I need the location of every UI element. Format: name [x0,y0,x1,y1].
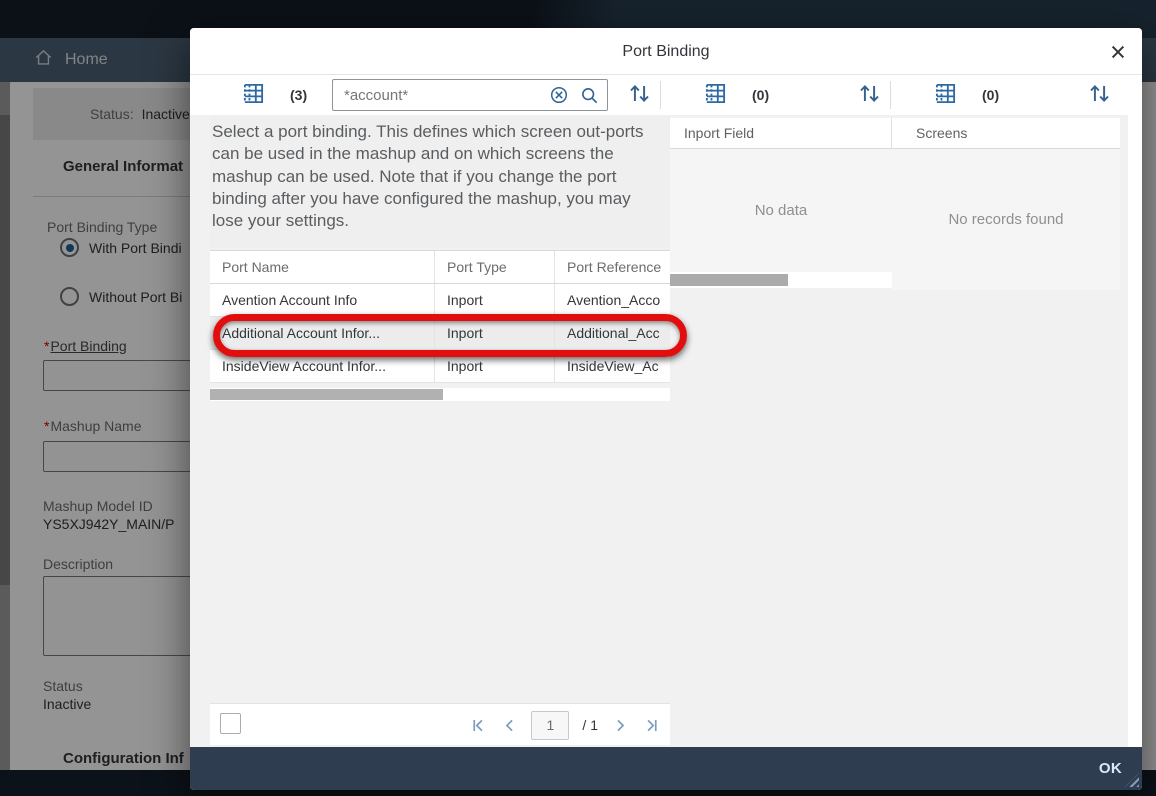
horizontal-scrollbar[interactable] [670,272,899,288]
cell-port-type: Inport [435,317,555,349]
table-row-highlighted[interactable]: Additional Account Infor... Inport Addit… [210,317,670,350]
screen: Home Status: Inactive General Informat P… [0,0,1156,796]
search-icon[interactable] [577,83,601,107]
close-icon[interactable] [1106,40,1130,64]
select-checkbox[interactable] [220,713,241,734]
sort-icon[interactable] [628,82,651,108]
page-total-label: / 1 [582,717,598,733]
search-input[interactable] [342,85,547,105]
previous-page-icon[interactable] [500,716,518,734]
screens-count: (0) [982,87,1000,103]
content-right-gutter [1128,115,1142,747]
port-table-header: Port Name Port Type Port Reference [210,250,670,284]
dialog-info-text: Select a port binding. This defines whic… [210,115,670,248]
table-view-icon[interactable] [242,82,265,108]
clear-search-icon[interactable] [547,83,571,107]
page-number-input[interactable] [531,710,570,740]
dialog-footer: OK [190,747,1142,790]
resize-grip[interactable] [1125,773,1139,787]
horizontal-scrollbar-thumb[interactable] [210,389,443,400]
dialog-toolbar: (3) *account* (0) (0) [190,75,1142,115]
inport-field-header: Inport Field [670,118,892,149]
cell-port-name: InsideView Account Infor... [210,350,435,382]
cell-port-reference: Additional_Acc [567,325,660,341]
inport-field-empty-area: No data [670,149,892,272]
horizontal-scrollbar[interactable] [210,388,670,401]
inport-field-count: (0) [752,87,770,103]
port-binding-dialog: Port Binding (3) *account* (0) (0) Selec… [190,28,1142,790]
screens-empty-area: No records found [892,149,1120,290]
dialog-title: Port Binding [622,42,710,60]
sort-icon[interactable] [1088,82,1111,108]
next-page-icon[interactable] [611,716,629,734]
paginator: / 1 [469,704,660,746]
inport-field-header-label: Inport Field [684,125,755,141]
ok-button[interactable]: OK [1099,747,1122,790]
dialog-header: Port Binding [190,28,1142,75]
cell-port-reference: Avention_Acco [567,292,661,308]
screens-header-label: Screens [916,125,968,141]
column-header-port-reference[interactable]: Port Reference [555,251,670,283]
no-records-text: No records found [948,211,1064,228]
last-page-icon[interactable] [642,716,660,734]
dialog-content: Select a port binding. This defines whic… [190,115,1142,747]
toolbar-divider [660,81,661,109]
first-page-icon[interactable] [469,716,487,734]
table-row[interactable]: Avention Account Info Inport Avention_Ac… [210,284,670,317]
table-footer-row: / 1 [210,703,670,745]
no-data-text: No data [754,202,808,219]
toolbar-divider [890,81,891,109]
horizontal-scrollbar-thumb[interactable] [670,274,788,286]
table-row[interactable]: InsideView Account Infor... Inport Insid… [210,350,670,383]
cell-port-type: Inport [435,350,555,382]
column-header-port-name[interactable]: Port Name [210,251,435,283]
cell-port-reference: InsideView_Ac [567,358,659,374]
screens-header: Screens [892,118,1120,149]
search-field[interactable] [332,79,608,111]
cell-port-name: Avention Account Info [210,284,435,316]
column-header-port-type[interactable]: Port Type [435,251,555,283]
table-view-icon[interactable] [934,82,957,108]
table-view-icon[interactable] [704,82,727,108]
cell-port-type: Inport [435,284,555,316]
cell-port-name: Additional Account Infor... [210,317,435,349]
sort-icon[interactable] [858,82,881,108]
port-table-count: (3) [290,87,308,103]
